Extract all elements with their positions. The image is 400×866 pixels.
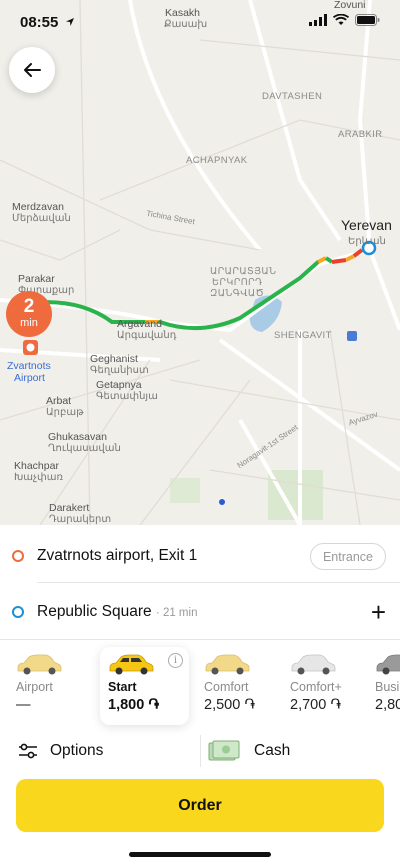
map-label-yerevan-am: Երևան — [348, 236, 386, 247]
map-label-ararat-3: ԶԱՆԳՎԱԾ — [210, 288, 265, 299]
map-label-ghukasavan: Ghukasavan — [48, 431, 107, 443]
status-icons — [309, 14, 380, 26]
map-label-shengavit: SHENGAVIT — [274, 330, 332, 341]
map-label-darakert: Darakert — [49, 502, 90, 514]
sliders-icon — [19, 743, 37, 759]
tariff-airport[interactable]: Airport — — [16, 647, 104, 725]
section-divider — [0, 639, 400, 640]
tariff-name: Comfort+ — [290, 680, 342, 694]
destination-address: Republic Square · 21 min — [37, 603, 197, 621]
tariff-price: 1,800 ֏ — [108, 697, 159, 713]
car-icon — [109, 654, 154, 675]
car-icon — [291, 654, 336, 675]
options-label: Options — [50, 742, 104, 759]
tariff-name: Busi — [375, 680, 400, 694]
map-label-yerevan: Yerevan — [341, 217, 392, 233]
options-row: Options Cash — [0, 733, 400, 769]
map-label-davtashen: DAVTASHEN — [262, 91, 323, 102]
wifi-icon — [333, 14, 349, 25]
tariff-comfort-plus[interactable]: Comfort+ 2,700 ֏ — [290, 647, 378, 725]
map-label-getapnya-am: Գետափնյա — [96, 391, 158, 402]
add-stop-button[interactable]: + — [371, 599, 386, 625]
tariff-price: — — [16, 697, 31, 713]
order-button[interactable]: Order — [16, 779, 384, 832]
map-label-argavand: Argavand — [117, 318, 162, 330]
status-time-text: 08:55 — [20, 14, 59, 31]
arrow-left-icon — [24, 63, 41, 77]
options-button[interactable]: Options — [18, 733, 103, 769]
map-label-arbat-am: Արբաթ — [46, 407, 84, 418]
back-button[interactable] — [9, 47, 55, 93]
car-icon — [376, 654, 400, 675]
entrance-button[interactable]: Entrance — [309, 543, 386, 570]
battery-icon — [355, 14, 380, 26]
map-label-darakert-am: Դարակերտ — [49, 514, 112, 525]
status-bar: 08:55 — [0, 0, 400, 44]
car-icon — [205, 654, 250, 675]
tariff-name: Airport — [16, 680, 53, 694]
eta-bubble: 2 min — [6, 291, 52, 337]
tariff-price: 2,700 ֏ — [290, 697, 341, 713]
status-time: 08:55 — [20, 14, 75, 31]
tariff-name: Start — [108, 680, 137, 694]
location-arrow-icon — [65, 18, 74, 26]
map-label-geghanist: Geghanist — [90, 353, 138, 365]
map[interactable]: Kasakh Քասախ Zovuni DAVTASHEN ARABKIR AC… — [0, 0, 400, 525]
map-label-parakar: Parakar — [18, 273, 55, 285]
route-destination-row[interactable]: Republic Square · 21 min + — [0, 583, 400, 640]
payment-label: Cash — [254, 742, 291, 759]
map-label-geghanist-am: Գեղանիստ — [90, 365, 149, 376]
eta-value: 2 — [23, 296, 35, 317]
destination-name: Republic Square — [37, 602, 152, 620]
car-icon — [17, 654, 62, 675]
eta-unit: min — [20, 317, 38, 329]
map-label-achapnyak: ACHAPNYAK — [186, 155, 248, 166]
map-label-airport: Airport — [14, 372, 45, 384]
info-icon[interactable]: i — [168, 653, 183, 668]
signal-icon — [309, 14, 327, 26]
map-label-khachpar-am: Խաչփառ — [14, 472, 63, 483]
tariff-price: 2,500 ֏ — [204, 697, 255, 713]
route-origin-row[interactable]: Zvatrnots airport, Exit 1 Entrance — [0, 527, 400, 584]
map-label-arabkir: ARABKIR — [338, 129, 383, 140]
tariff-start[interactable]: Start 1,800 ֏ i — [100, 647, 189, 725]
map-label-argavand-am: Արգավանդ — [117, 330, 177, 341]
map-label-merdzavan-am: Մերձավան — [12, 213, 71, 224]
home-indicator — [129, 852, 271, 857]
tariff-comfort[interactable]: Comfort 2,500 ֏ — [204, 647, 292, 725]
origin-address: Zvatrnots airport, Exit 1 — [37, 546, 198, 564]
tariff-name: Comfort — [204, 680, 249, 694]
tariff-business[interactable]: Busi 2,80 — [375, 647, 400, 725]
map-label-arbat: Arbat — [46, 395, 72, 407]
tariff-selector: Airport — Start 1,800 ֏ i Comfort 2,500 … — [0, 647, 400, 727]
map-label-getapnya: Getapnya — [96, 379, 142, 391]
bottom-sheet: Zvatrnots airport, Exit 1 Entrance Repub… — [0, 525, 400, 866]
map-label-zvartnots: Zvartnots — [7, 360, 51, 372]
origin-dot-icon — [12, 549, 24, 562]
cash-icon — [208, 740, 240, 761]
options-divider — [200, 735, 201, 767]
map-label-ghukasavan-am: Ղուկասավան — [48, 443, 121, 454]
destination-duration: · 21 min — [155, 606, 198, 619]
map-label-merdzavan: Merdzavan — [12, 201, 64, 213]
map-label-khachpar: Khachpar — [14, 460, 59, 472]
payment-button[interactable]: Cash — [208, 733, 290, 769]
destination-dot-icon — [12, 605, 24, 618]
tariff-price: 2,80 — [375, 697, 400, 713]
